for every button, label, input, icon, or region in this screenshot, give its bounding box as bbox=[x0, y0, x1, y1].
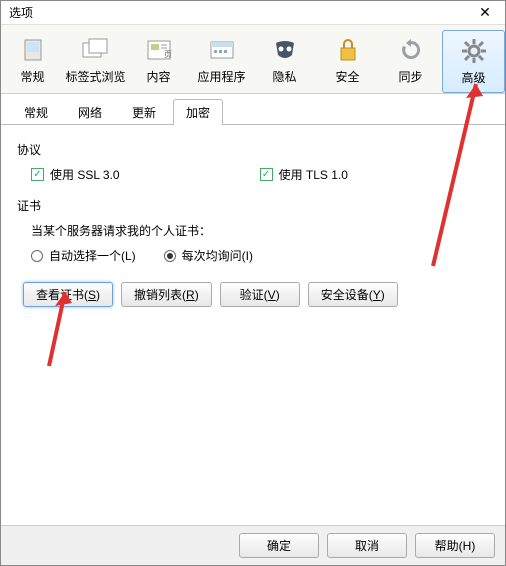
gear-icon bbox=[443, 35, 504, 67]
verify-button[interactable]: 验证(V) bbox=[220, 282, 300, 307]
ssl-checkbox[interactable]: 使用 SSL 3.0 bbox=[31, 166, 120, 183]
tab-encryption[interactable]: 加密 bbox=[173, 99, 223, 125]
ssl-label: 使用 SSL 3.0 bbox=[50, 166, 120, 183]
cancel-button[interactable]: 取消 bbox=[327, 533, 407, 558]
checkbox-icon bbox=[260, 168, 273, 181]
window-title: 选项 bbox=[9, 4, 471, 21]
tab-general[interactable]: 常规 bbox=[11, 99, 61, 125]
radio-auto-select[interactable]: 自动选择一个(L) bbox=[31, 247, 136, 264]
mask-icon bbox=[253, 34, 316, 66]
content-icon: 页 bbox=[127, 34, 190, 66]
toolbar-privacy[interactable]: 隐私 bbox=[253, 30, 316, 93]
monitor-icon bbox=[1, 34, 64, 66]
toolbar-security[interactable]: 安全 bbox=[316, 30, 379, 93]
toolbar-general[interactable]: 常规 bbox=[1, 30, 64, 93]
security-device-button[interactable]: 安全设备(Y) bbox=[308, 282, 398, 307]
toolbar-apps[interactable]: 应用程序 bbox=[190, 30, 253, 93]
radio-ask-every-time[interactable]: 每次均询问(I) bbox=[164, 247, 253, 264]
tab-update[interactable]: 更新 bbox=[119, 99, 169, 125]
view-certs-button[interactable]: 查看证书(S) bbox=[23, 282, 113, 307]
revoke-list-button[interactable]: 撤销列表(R) bbox=[121, 282, 212, 307]
svg-text:页: 页 bbox=[164, 50, 172, 59]
radio-icon bbox=[31, 250, 43, 262]
toolbar-tabs[interactable]: 标签式浏览 bbox=[64, 30, 127, 93]
ok-button[interactable]: 确定 bbox=[239, 533, 319, 558]
tls-label: 使用 TLS 1.0 bbox=[279, 166, 348, 183]
close-icon[interactable]: ✕ bbox=[471, 4, 499, 21]
lock-icon bbox=[316, 34, 379, 66]
protocol-heading: 协议 bbox=[17, 141, 489, 158]
checkbox-icon bbox=[31, 168, 44, 181]
radio-icon bbox=[164, 250, 176, 262]
tab-network[interactable]: 网络 bbox=[65, 99, 115, 125]
tls-checkbox[interactable]: 使用 TLS 1.0 bbox=[260, 166, 348, 183]
apps-icon bbox=[190, 34, 253, 66]
category-toolbar: 常规 标签式浏览 页 内容 应用程序 隐私 安全 同步 bbox=[1, 25, 505, 94]
toolbar-content[interactable]: 页 内容 bbox=[127, 30, 190, 93]
toolbar-advanced[interactable]: 高级 bbox=[442, 30, 505, 93]
cert-heading: 证书 bbox=[17, 197, 489, 214]
sync-icon bbox=[379, 34, 442, 66]
help-button[interactable]: 帮助(H) bbox=[415, 533, 495, 558]
sub-tabs: 常规 网络 更新 加密 bbox=[1, 94, 505, 125]
tabs-icon bbox=[64, 34, 127, 66]
cert-desc: 当某个服务器请求我的个人证书： bbox=[17, 222, 489, 239]
toolbar-sync[interactable]: 同步 bbox=[379, 30, 442, 93]
